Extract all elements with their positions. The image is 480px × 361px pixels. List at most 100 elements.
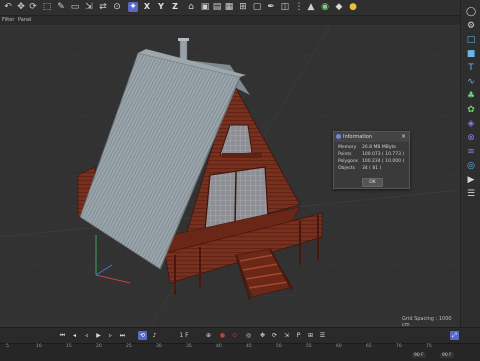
tick-label: 15 [66, 344, 72, 349]
go-to-start-icon[interactable]: ⏮ [58, 331, 67, 340]
polygons-label: Polygons [338, 159, 359, 164]
tick-label: 5 [6, 344, 9, 349]
objects-row: Objects 34 ( 81 ) [338, 166, 381, 172]
dynamics-icon[interactable]: ⊗ [465, 132, 477, 144]
timeline-menu-icon[interactable]: ☰ [318, 331, 327, 340]
ok-button[interactable]: OK [362, 178, 383, 187]
scale-key-icon[interactable]: ⇲ [282, 331, 291, 340]
undo-icon[interactable]: ↶ [3, 2, 13, 12]
position-key-icon[interactable]: ✥ [258, 331, 267, 340]
render-settings-icon[interactable]: ▦ [224, 2, 234, 12]
previous-key-icon[interactable]: ◂ [70, 331, 79, 340]
panel-menu[interactable]: Panel [18, 16, 32, 25]
subdivision-icon[interactable]: ◫ [280, 2, 290, 12]
text-icon[interactable]: T [465, 62, 477, 74]
polygons-value: 100.234 ( 10.000 ) [362, 159, 405, 164]
information-dialog: Information × Memory 26.8 MB MByte Point… [333, 131, 410, 189]
axis-tool-icon[interactable]: ⤢ [450, 331, 459, 340]
tick-label: 75 [426, 344, 432, 349]
snap-icon[interactable]: ⊙ [112, 2, 122, 12]
memory-label: Memory [338, 145, 357, 150]
current-frame-field[interactable]: 1 F [172, 331, 196, 340]
effector-icon[interactable]: ✿ [465, 104, 477, 116]
tick-label: 10 [36, 344, 42, 349]
tick-label: 60 [336, 344, 342, 349]
grid-spacing-label: Grid Spacing : 1000 cm [402, 316, 452, 327]
play-icon[interactable]: ▶ [94, 331, 103, 340]
camera-icon[interactable]: ◆ [334, 2, 344, 12]
array-icon[interactable]: ⋮ [294, 2, 304, 12]
globe-icon[interactable]: ◎ [465, 160, 477, 172]
tick-label: 25 [126, 344, 132, 349]
brush-icon[interactable]: ✎ [56, 2, 66, 12]
previous-frame-icon[interactable]: ◃ [82, 331, 91, 340]
dialog-title: Information [343, 134, 372, 140]
polygons-row: Polygons 100.234 ( 10.000 ) [338, 159, 404, 165]
filter-menu[interactable]: Filter [2, 16, 14, 25]
main-toolbar: ↶ ✥ ⟳ ⬚ ✎ ▭ ⇲ ⇄ ⊙ ✦ X Y Z ⌂ ▣ ▤ ▦ ⊞ ▢ ✒ … [0, 0, 480, 16]
scene-icon[interactable]: ◉ [320, 2, 330, 12]
transfer-icon[interactable]: ⇄ [98, 2, 108, 12]
tag-icon[interactable]: ◈ [465, 118, 477, 130]
tick-label: 45 [246, 344, 252, 349]
tick-label: 70 [396, 344, 402, 349]
cloner-icon[interactable]: ♣ [465, 90, 477, 102]
points-value: 100.073 ( 10.773 ) [362, 152, 405, 157]
live-select-icon[interactable]: ⬚ [42, 2, 52, 12]
spline-icon[interactable]: ∿ [465, 76, 477, 88]
axis-z-button[interactable]: Z [170, 2, 180, 12]
points-label: Points [338, 152, 352, 157]
hair-icon[interactable]: ≋ [465, 146, 477, 158]
timeline-controls: ⏮ ◂ ◃ ▶ ▹ ⏭ ⟲ ♪ 1 F ⊕ ● ⊙ ◎ ✥ ⟳ ⇲ P ⊞ ☰ … [0, 327, 480, 343]
objects-label: Objects [338, 166, 356, 171]
render-view-icon[interactable]: ▣ [200, 2, 210, 12]
tick-label: 50 [276, 344, 282, 349]
close-icon[interactable]: × [401, 132, 406, 141]
record-icon[interactable]: ● [218, 331, 227, 340]
key-selection-icon[interactable]: ◎ [244, 331, 253, 340]
next-frame-icon[interactable]: ▹ [106, 331, 115, 340]
gear-icon[interactable]: ⚙ [465, 20, 477, 32]
move-icon[interactable]: ✥ [16, 2, 26, 12]
dialog-titlebar[interactable]: Information × [334, 132, 409, 142]
cube-primitive-icon[interactable]: □ [465, 34, 477, 46]
deformer-icon[interactable]: ▲ [306, 2, 316, 12]
objects-value: 34 ( 81 ) [362, 166, 382, 171]
frame-start-field[interactable]: 90 F [412, 353, 426, 358]
go-to-end-icon[interactable]: ⏭ [118, 331, 127, 340]
sphere-icon[interactable]: ◯ [465, 6, 477, 18]
picture-viewer-icon[interactable]: ⊞ [238, 2, 248, 12]
timeline-ruler[interactable]: 5 10 15 20 25 30 35 40 45 50 55 60 65 70… [0, 343, 480, 361]
pen-icon[interactable]: ✒ [266, 2, 276, 12]
pla-key-icon[interactable]: ⊞ [306, 331, 315, 340]
autokey-icon[interactable]: ⊙ [230, 331, 239, 340]
sound-icon[interactable]: ♪ [150, 331, 159, 340]
cube-solid-icon[interactable]: ■ [465, 48, 477, 60]
keyframe-icon[interactable]: ⊕ [204, 331, 213, 340]
points-row: Points 100.073 ( 10.773 ) [338, 152, 404, 158]
frame-end-field[interactable]: 90 F [440, 353, 454, 358]
info-icon [336, 134, 341, 139]
tick-label: 40 [216, 344, 222, 349]
render-region-icon[interactable]: ▤ [212, 2, 222, 12]
rotation-key-icon[interactable]: ⟳ [270, 331, 279, 340]
cube-icon[interactable]: ▢ [252, 2, 262, 12]
model-mode-icon[interactable]: ✦ [128, 2, 138, 12]
axis-y-button[interactable]: Y [156, 2, 166, 12]
light-icon[interactable]: ● [348, 2, 358, 12]
video-camera-icon[interactable]: ▶ [465, 174, 477, 186]
tick-label: 65 [366, 344, 372, 349]
viewport-menubar: Filter Panel [0, 16, 460, 25]
scale-icon[interactable]: ⇲ [84, 2, 94, 12]
axis-x-button[interactable]: X [142, 2, 152, 12]
tick-label: 55 [306, 344, 312, 349]
tick-label: 35 [186, 344, 192, 349]
rectangle-select-icon[interactable]: ▭ [70, 2, 80, 12]
param-key-icon[interactable]: P [294, 331, 303, 340]
rotate-icon[interactable]: ⟳ [28, 2, 38, 12]
tick-label: 20 [96, 344, 102, 349]
layers-icon[interactable]: ☰ [465, 188, 477, 200]
loop-icon[interactable]: ⟲ [138, 331, 147, 340]
tick-label: 30 [156, 344, 162, 349]
coordinate-system-icon[interactable]: ⌂ [186, 2, 196, 12]
